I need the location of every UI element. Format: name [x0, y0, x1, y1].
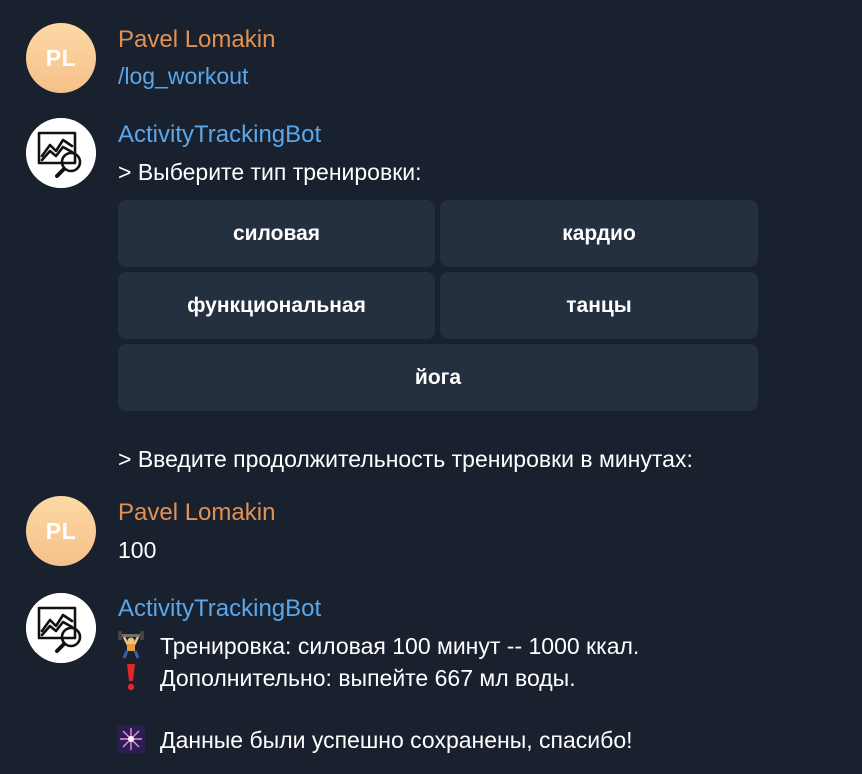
- weightlifter-icon: [116, 631, 146, 660]
- sender-name[interactable]: Pavel Lomakin: [118, 26, 275, 54]
- exclamation-icon: [116, 663, 146, 692]
- message-line: Данные были успешно сохранены, спасибо!: [116, 725, 633, 754]
- chart-magnifier-icon: [26, 593, 96, 663]
- message-text: > Введите продолжительность тренировки в…: [118, 446, 693, 472]
- avatar[interactable]: PL: [26, 496, 96, 566]
- keyboard-button-functional[interactable]: функциональная: [118, 272, 435, 339]
- avatar[interactable]: PL: [26, 23, 96, 93]
- message-line: Тренировка: силовая 100 минут -- 1000 кк…: [116, 631, 639, 660]
- workout-summary-text: Тренировка: силовая 100 минут -- 1000 кк…: [160, 633, 640, 659]
- bot-avatar[interactable]: [26, 118, 96, 188]
- avatar-initials: PL: [45, 517, 77, 544]
- sparkler-icon: [116, 725, 146, 754]
- keyboard-button-dance[interactable]: танцы: [440, 272, 758, 339]
- sender-name[interactable]: Pavel Lomakin: [118, 499, 275, 527]
- saved-confirmation-text: Данные были успешно сохранены, спасибо!: [160, 727, 633, 753]
- keyboard-button-strength[interactable]: силовая: [118, 200, 435, 267]
- avatar-initials: PL: [45, 44, 77, 71]
- chart-magnifier-icon: [26, 118, 96, 188]
- message-line: Дополнительно: выпейте 667 мл воды.: [116, 663, 576, 692]
- sender-name[interactable]: ActivityTrackingBot: [118, 595, 321, 623]
- sender-name[interactable]: ActivityTrackingBot: [118, 121, 321, 149]
- keyboard-button-yoga[interactable]: йога: [118, 344, 758, 411]
- water-advice-text: Дополнительно: выпейте 667 мл воды.: [160, 665, 576, 691]
- message-text: > Выберите тип тренировки:: [118, 159, 422, 185]
- chat-history: PL Pavel Lomakin /log_workout ActivityTr…: [0, 0, 862, 774]
- keyboard-button-cardio[interactable]: кардио: [440, 200, 758, 267]
- message-text: 100: [118, 537, 157, 563]
- bot-avatar[interactable]: [26, 593, 96, 663]
- command-link[interactable]: /log_workout: [118, 62, 248, 90]
